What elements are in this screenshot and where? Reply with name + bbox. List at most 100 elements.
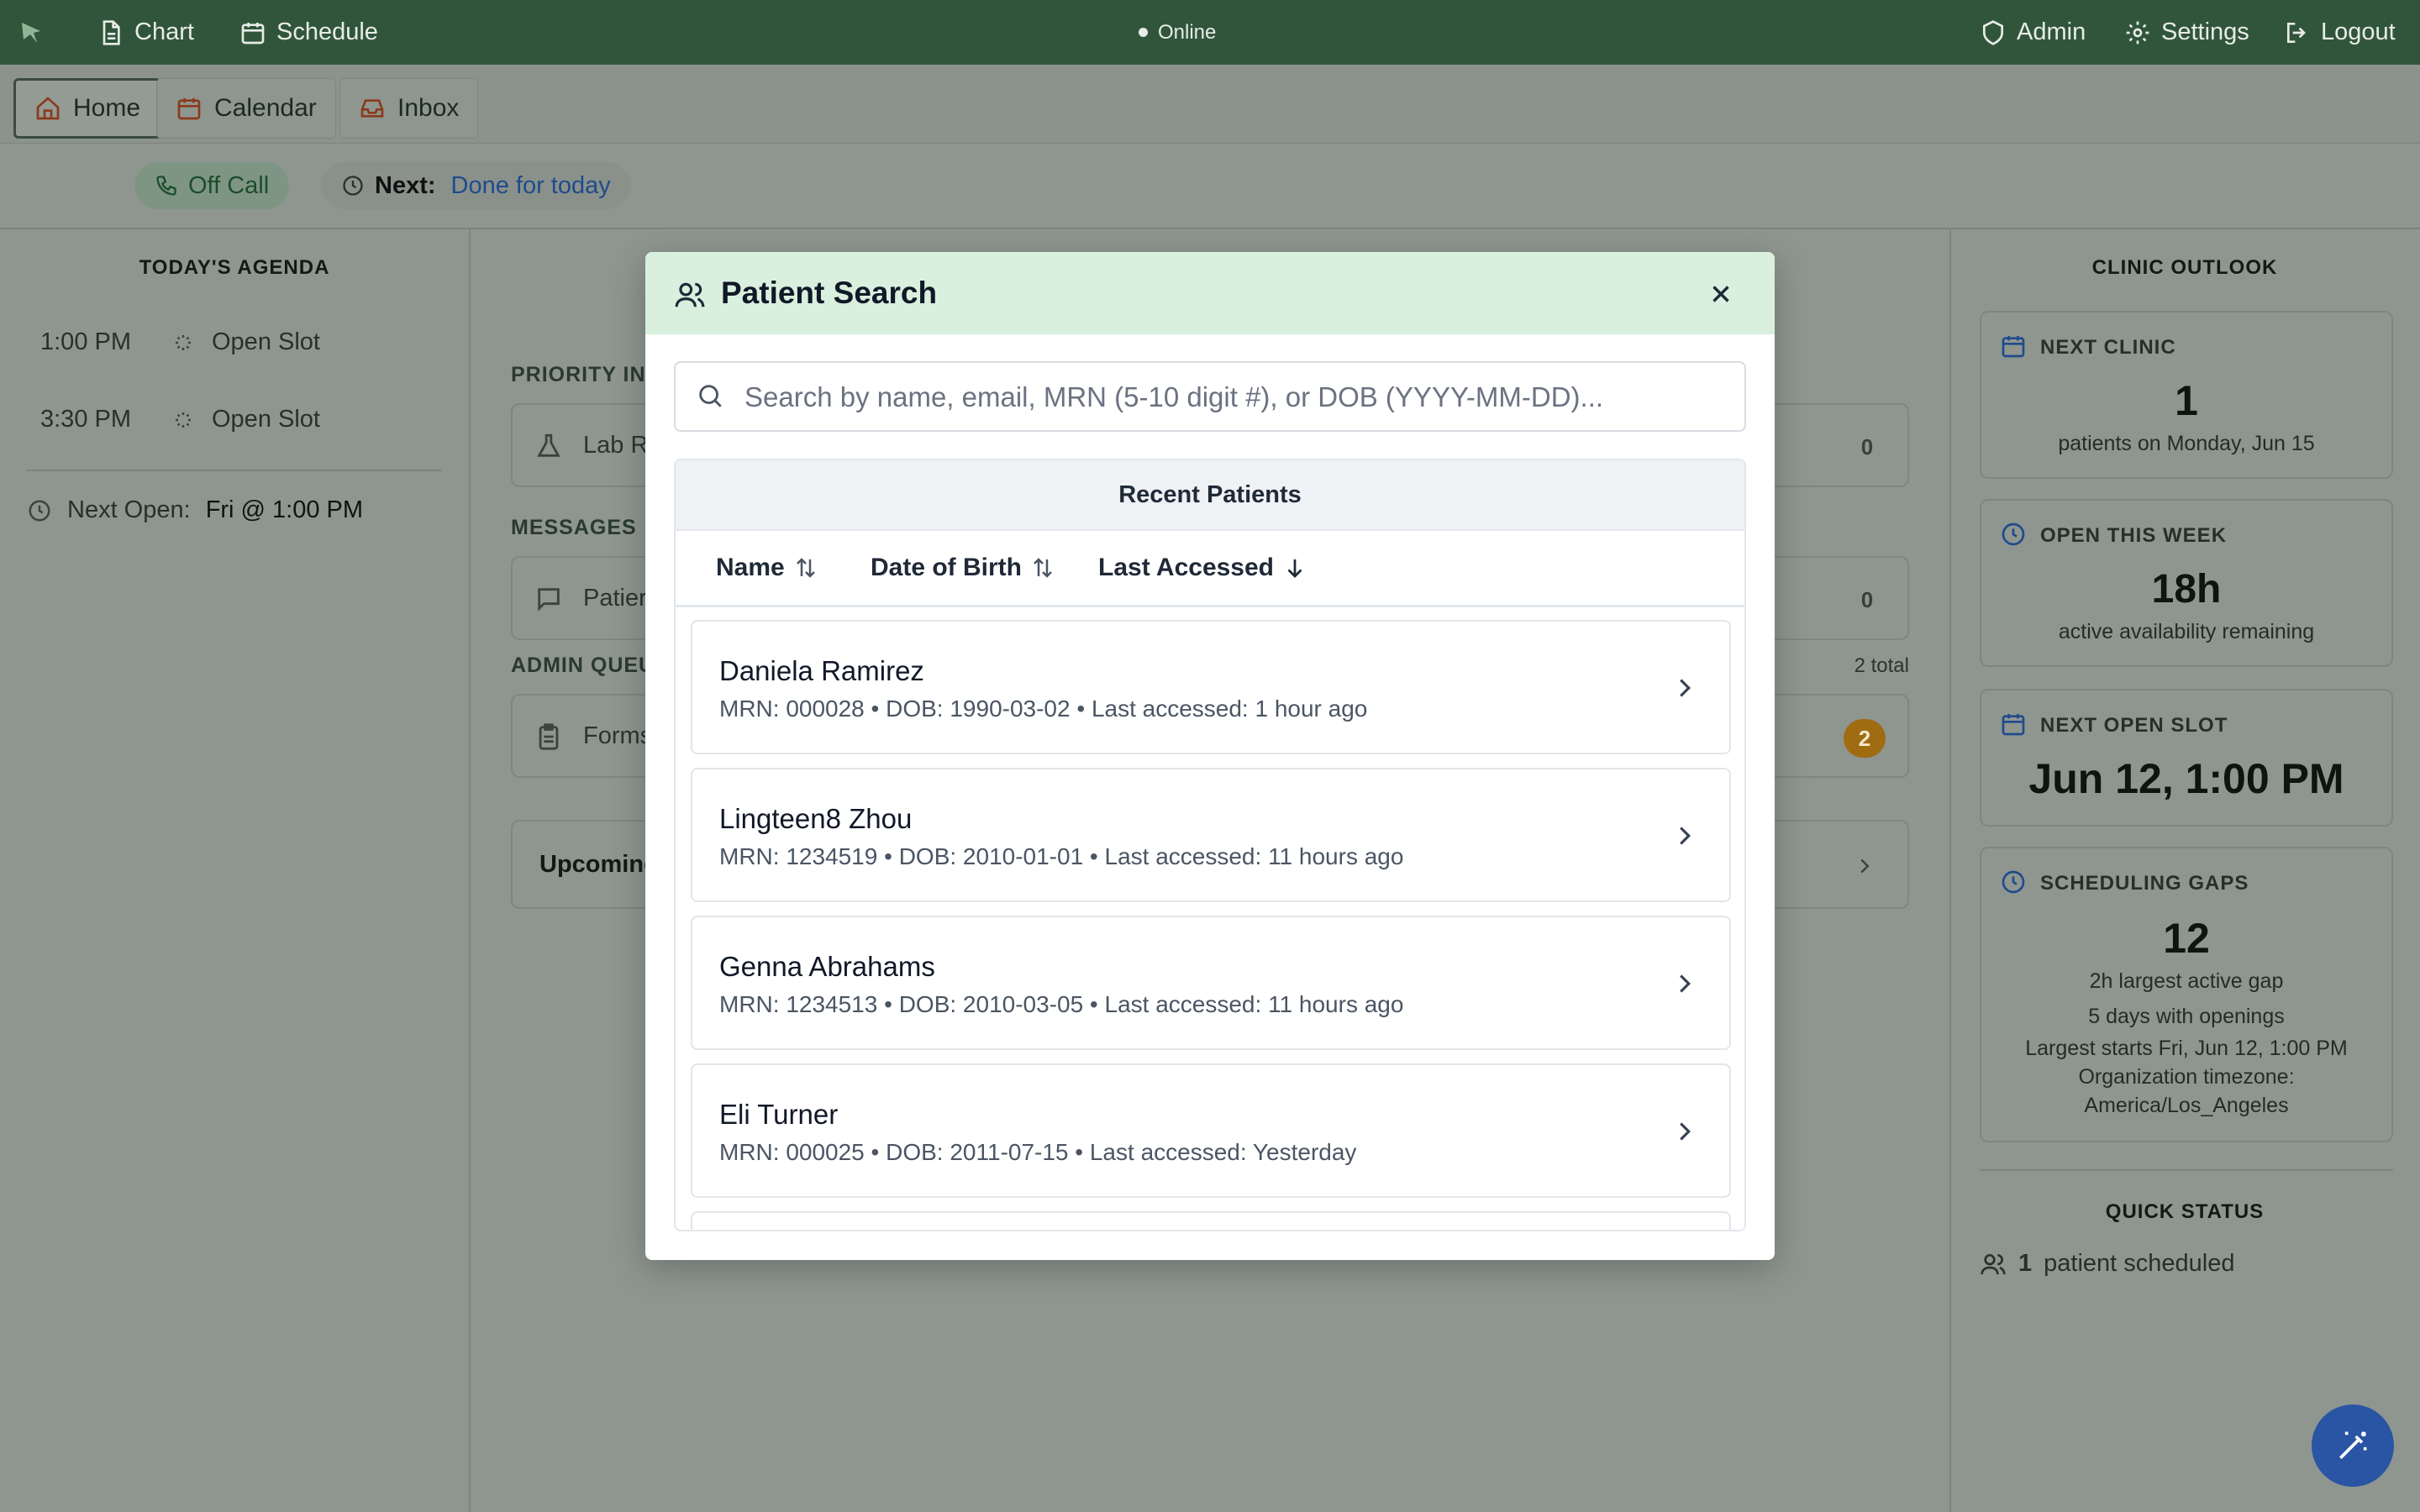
document-icon (103, 19, 120, 45)
calendar-icon (2002, 714, 2025, 736)
app-logo[interactable] (18, 0, 45, 65)
users-icon (675, 282, 705, 307)
patient-name: Lingteen8 Zhou (719, 803, 913, 834)
nav-logout[interactable]: Logout (2284, 0, 2396, 65)
nav-admin[interactable]: Admin (1980, 0, 2086, 65)
next-open-slot-card: NEXT OPEN SLOT Jun 12, 1:00 PM (1980, 689, 2393, 827)
tab-calendar-label: Calendar (214, 94, 317, 122)
tabs-bar: Home Calendar Inbox (0, 65, 2420, 144)
sort-by-last-accessed[interactable]: Last Accessed (1098, 531, 1307, 605)
messages-row-label: Patier (583, 584, 647, 612)
quick-status-text: patient scheduled (2044, 1250, 2235, 1277)
messages-count: 0 (1860, 586, 1874, 612)
admin-queue-total: 2 total (1854, 654, 1909, 677)
sort-header-row: Name Date of Birth Last Accessed (676, 531, 1744, 607)
chevron-right-icon (1680, 974, 1691, 993)
tab-inbox-label: Inbox (397, 94, 460, 122)
loading-icon (176, 412, 191, 428)
card-value: 12 (2163, 915, 2210, 962)
tab-home[interactable]: Home (13, 78, 162, 139)
status-row: Off Call Next: Done for today (0, 144, 2420, 229)
connection-status-label: Online (1158, 20, 1217, 44)
patient-search-input[interactable] (743, 363, 1738, 432)
card-value: 1 (2175, 377, 2198, 424)
patient-row[interactable]: Lingteen8 Zhou MRN: 1234519 • DOB: 2010-… (691, 768, 1731, 902)
chevron-right-icon (1680, 827, 1691, 845)
next-label: Next: (375, 171, 436, 199)
call-status-badge[interactable]: Off Call (134, 162, 290, 209)
arrow-down-icon (1287, 559, 1302, 578)
card-label: NEXT CLINIC (2040, 336, 2176, 359)
next-open: Next Open: Fri @ 1:00 PM (27, 496, 363, 524)
shield-icon (1983, 19, 2003, 45)
tab-inbox[interactable]: Inbox (339, 78, 479, 139)
close-icon (1712, 286, 1729, 302)
open-this-week-card: OPEN THIS WEEK 18h active availability r… (1980, 499, 2393, 667)
priority-inbox-label: PRIORITY INE (511, 363, 661, 386)
next-clinic-card: NEXT CLINIC 1 patients on Monday, Jun 15 (1980, 311, 2393, 479)
quick-status-title: QUICK STATUS (2105, 1200, 2265, 1223)
gear-icon (2126, 21, 2149, 44)
clock-icon (2002, 870, 2025, 894)
agenda-label: Open Slot (212, 328, 320, 355)
admin-queue-label: ADMIN QUEU (511, 654, 655, 677)
patient-row-partial[interactable] (691, 1211, 1731, 1230)
phone-icon (156, 176, 176, 196)
top-nav-bar: Chart Schedule Online Admin Settings Log… (0, 0, 2420, 65)
scheduling-gaps-card: SCHEDULING GAPS 12 2h largest active gap… (1980, 847, 2393, 1142)
lab-results-count: 0 (1860, 433, 1874, 459)
logout-icon (2287, 22, 2306, 43)
chevron-right-icon (1680, 679, 1691, 697)
quick-status-item: 1 patient scheduled (1980, 1250, 2234, 1278)
clock-icon (29, 500, 50, 521)
patient-row[interactable]: Genna Abrahams MRN: 1234513 • DOB: 2010-… (691, 916, 1731, 1050)
nav-schedule-label: Schedule (276, 18, 378, 45)
card-label: NEXT OPEN SLOT (2040, 714, 2228, 737)
patient-row[interactable]: Eli Turner MRN: 000025 • DOB: 2011-07-15… (691, 1063, 1731, 1198)
next-appointment-badge: Next: Done for today (321, 162, 631, 209)
sort-last-accessed-label: Last Accessed (1098, 554, 1275, 581)
status-dot (1139, 28, 1148, 37)
leaf-logo-icon (22, 22, 40, 43)
patient-search-box (674, 361, 1746, 432)
messages-label: MESSAGES (511, 516, 637, 539)
agenda-time: 1:00 PM (40, 328, 131, 355)
agenda-label: Open Slot (212, 406, 320, 433)
recent-patients-list: Recent Patients Name Date of Birth Last … (674, 459, 1746, 1231)
sort-by-dob[interactable]: Date of Birth (871, 531, 1055, 605)
patient-meta: MRN: 000025 • DOB: 2011-07-15 • Last acc… (719, 1139, 1357, 1165)
nav-chart-label: Chart (134, 18, 194, 45)
nav-settings-label: Settings (2161, 18, 2249, 45)
calendar-icon (241, 22, 265, 44)
sort-by-name[interactable]: Name (716, 531, 818, 605)
clock-icon (343, 176, 363, 196)
patient-row[interactable]: Daniela Ramirez MRN: 000028 • DOB: 1990-… (691, 620, 1731, 754)
nav-schedule[interactable]: Schedule (239, 0, 378, 65)
chevron-right-icon (1860, 858, 1870, 874)
agenda-item[interactable]: 3:30 PM Open Slot (40, 406, 320, 433)
chat-icon (538, 588, 560, 612)
clinic-outlook-title: CLINIC OUTLOOK (2091, 256, 2278, 279)
tab-home-label: Home (73, 94, 141, 122)
patient-search-modal: Patient Search Recent Patients Name Date… (645, 252, 1775, 1260)
card-value: Jun 12, 1:00 PM (2028, 755, 2344, 802)
patient-name: Genna Abrahams (719, 951, 935, 982)
tab-calendar[interactable]: Calendar (156, 78, 336, 139)
nav-settings[interactable]: Settings (2124, 0, 2249, 65)
card-sub: active availability remaining (2058, 620, 2315, 643)
card-sub: patients on Monday, Jun 15 (2058, 432, 2315, 455)
card-sub: 2h largest active gap (2089, 969, 2284, 993)
nav-chart[interactable]: Chart (97, 0, 194, 65)
loading-icon (176, 334, 191, 350)
modal-header: Patient Search (645, 252, 1775, 334)
close-button[interactable] (1704, 277, 1738, 311)
next-open-value: Fri @ 1:00 PM (205, 496, 364, 523)
next-value: Done for today (450, 171, 611, 199)
assistant-fab-button[interactable] (2312, 1404, 2394, 1487)
upcoming-row-label: Upcoming (539, 850, 659, 878)
inbox-icon (360, 99, 384, 118)
calendar-icon (177, 98, 201, 120)
agenda-item[interactable]: 1:00 PM Open Slot (40, 328, 320, 356)
card-value: 18h (2151, 567, 2222, 612)
card-label: OPEN THIS WEEK (2040, 524, 2228, 547)
